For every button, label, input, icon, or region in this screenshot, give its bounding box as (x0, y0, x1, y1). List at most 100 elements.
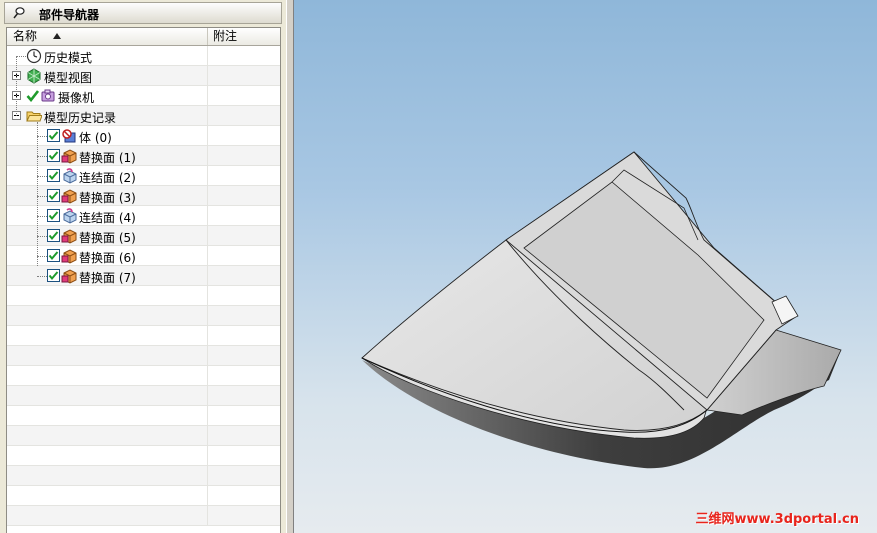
tree-row[interactable]: 替换面 (6) (7, 246, 280, 266)
column-divider (207, 206, 208, 226)
column-divider (207, 46, 208, 66)
folder-open-icon (26, 111, 42, 122)
visibility-checkbox[interactable] (47, 169, 60, 182)
empty-row[interactable] (7, 306, 280, 326)
empty-row[interactable] (7, 346, 280, 366)
tree-connector (37, 276, 47, 277)
column-divider (207, 226, 208, 246)
visibility-checkbox[interactable] (47, 229, 60, 242)
column-divider (207, 106, 208, 126)
tree-connector (37, 136, 47, 137)
tree-connector (37, 216, 47, 217)
empty-row[interactable] (7, 326, 280, 346)
tree-connector (16, 56, 26, 57)
part-navigator-panel: 部件导航器 名称 附注 历史模式模型视图摄像机模型历史记录体 (0) 替换面 (1… (0, 0, 286, 533)
tree-node-label: 体 (0) (79, 131, 112, 145)
graphics-viewport[interactable]: 三维网www.3dportal.cn (294, 0, 877, 533)
column-divider (207, 506, 208, 526)
tree-row[interactable]: 模型视图 (7, 66, 280, 86)
tree-node-label: 模型历史记录 (44, 111, 117, 125)
column-divider (207, 466, 208, 486)
tree-connector (37, 256, 47, 257)
column-divider (207, 66, 208, 86)
visibility-checkbox[interactable] (47, 189, 60, 202)
replace-face-icon (61, 249, 77, 264)
join-face-icon (63, 168, 77, 184)
empty-row[interactable] (7, 506, 280, 526)
empty-row[interactable] (7, 406, 280, 426)
tree-node-label: 连结面 (2) (79, 171, 136, 185)
column-divider (207, 406, 208, 426)
navigator-title: 部件导航器 (39, 8, 100, 22)
tree-row[interactable]: 体 (0) (7, 126, 280, 146)
tree-node-label: 替换面 (6) (79, 251, 136, 265)
join-face-icon (63, 208, 77, 224)
pin-icon[interactable] (12, 6, 26, 20)
column-divider (207, 486, 208, 506)
column-divider (207, 386, 208, 406)
model-view-icon (27, 68, 41, 84)
column-name-label: 名称 (13, 29, 38, 43)
column-divider (207, 186, 208, 206)
tree-node-label: 模型视图 (44, 71, 93, 85)
tree-node-label: 替换面 (1) (79, 151, 136, 165)
sort-ascending-icon (53, 33, 61, 39)
navigator-tree[interactable]: 名称 附注 历史模式模型视图摄像机模型历史记录体 (0) 替换面 (1) 连结面 (… (6, 27, 281, 533)
panel-splitter[interactable] (286, 0, 294, 533)
visibility-checkbox[interactable] (26, 89, 39, 102)
visibility-checkbox[interactable] (47, 249, 60, 262)
empty-row[interactable] (7, 366, 280, 386)
column-divider (207, 366, 208, 386)
column-divider (207, 166, 208, 186)
tree-node-label: 替换面 (3) (79, 191, 136, 205)
tree-row[interactable]: 替换面 (1) (7, 146, 280, 166)
visibility-checkbox[interactable] (47, 149, 60, 162)
empty-row[interactable] (7, 426, 280, 446)
tree-node-label: 替换面 (7) (79, 271, 136, 285)
column-divider (207, 86, 208, 106)
column-divider (207, 446, 208, 466)
empty-row[interactable] (7, 486, 280, 506)
replace-face-icon (61, 229, 77, 244)
replace-face-icon (61, 269, 77, 284)
visibility-checkbox[interactable] (47, 209, 60, 222)
tree-row[interactable]: 连结面 (4) (7, 206, 280, 226)
column-divider (207, 246, 208, 266)
column-divider (207, 306, 208, 326)
tree-row[interactable]: 连结面 (2) (7, 166, 280, 186)
tree-connector (37, 122, 38, 266)
column-header-note[interactable]: 附注 (208, 28, 280, 45)
clock-icon (26, 48, 42, 64)
column-divider (207, 126, 208, 146)
tree-node-label: 摄像机 (58, 91, 95, 105)
body-feature-icon (62, 129, 76, 143)
tree-node-label: 替换面 (5) (79, 231, 136, 245)
tree-row[interactable]: 摄像机 (7, 86, 280, 106)
empty-row[interactable] (7, 466, 280, 486)
tree-row[interactable]: 模型历史记录 (7, 106, 280, 126)
column-divider (207, 266, 208, 286)
visibility-checkbox[interactable] (47, 269, 60, 282)
empty-row[interactable] (7, 446, 280, 466)
visibility-checkbox[interactable] (47, 129, 60, 142)
tree-row[interactable]: 替换面 (5) (7, 226, 280, 246)
replace-face-icon (61, 149, 77, 164)
tree-connector (37, 176, 47, 177)
column-divider (207, 326, 208, 346)
empty-row[interactable] (7, 386, 280, 406)
tree-node-label: 连结面 (4) (79, 211, 136, 225)
site-watermark: 三维网www.3dportal.cn (695, 512, 859, 527)
column-divider (207, 146, 208, 166)
tree-row[interactable]: 替换面 (7) (7, 266, 280, 286)
tree-connector (37, 196, 47, 197)
solid-model-display[interactable] (294, 0, 877, 533)
tree-row[interactable]: 历史模式 (7, 46, 280, 66)
camera-icon (41, 89, 55, 102)
tree-node-label: 历史模式 (44, 51, 93, 65)
empty-row[interactable] (7, 286, 280, 306)
tree-row[interactable]: 替换面 (3) (7, 186, 280, 206)
column-header-name[interactable]: 名称 (7, 28, 208, 45)
tree-connector (16, 56, 17, 116)
column-header: 名称 附注 (7, 28, 280, 46)
tree-connector (37, 236, 47, 237)
